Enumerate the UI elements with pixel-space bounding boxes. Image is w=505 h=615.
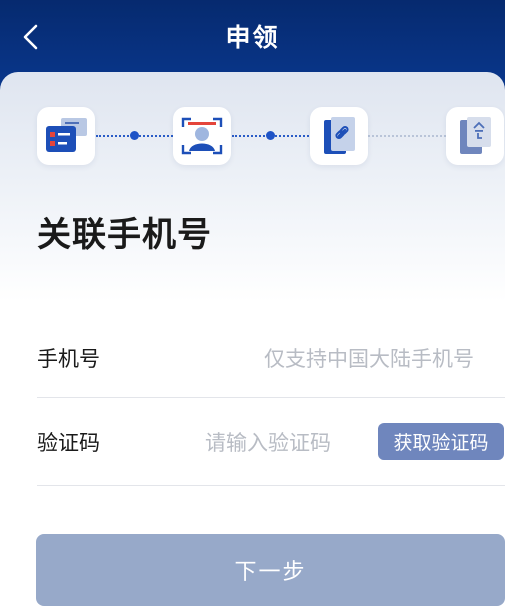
- phone-label: 手机号: [37, 347, 100, 371]
- divider: [37, 485, 505, 486]
- id-card-icon: [46, 118, 87, 152]
- passcode-phone-icon: [460, 117, 491, 154]
- divider: [37, 397, 505, 398]
- phone-input[interactable]: 仅支持中国大陆手机号: [264, 343, 474, 373]
- link-phone-icon: [324, 117, 355, 154]
- step-connector: [368, 135, 446, 137]
- page-heading: 关联手机号: [37, 215, 212, 255]
- get-code-button[interactable]: 获取验证码: [378, 423, 504, 460]
- step-id-card: [37, 107, 95, 165]
- face-scan-icon: [181, 117, 223, 155]
- next-step-button[interactable]: 下一步: [36, 534, 505, 606]
- step-connector-dot: [266, 131, 275, 140]
- page-title: 申领: [225, 23, 280, 52]
- step-passcode: [446, 107, 504, 165]
- step-connector-dot: [130, 131, 139, 140]
- code-input[interactable]: 请输入验证码: [205, 427, 331, 457]
- step-face-scan: [173, 107, 231, 165]
- code-label: 验证码: [37, 431, 100, 455]
- step-link-phone: [310, 107, 368, 165]
